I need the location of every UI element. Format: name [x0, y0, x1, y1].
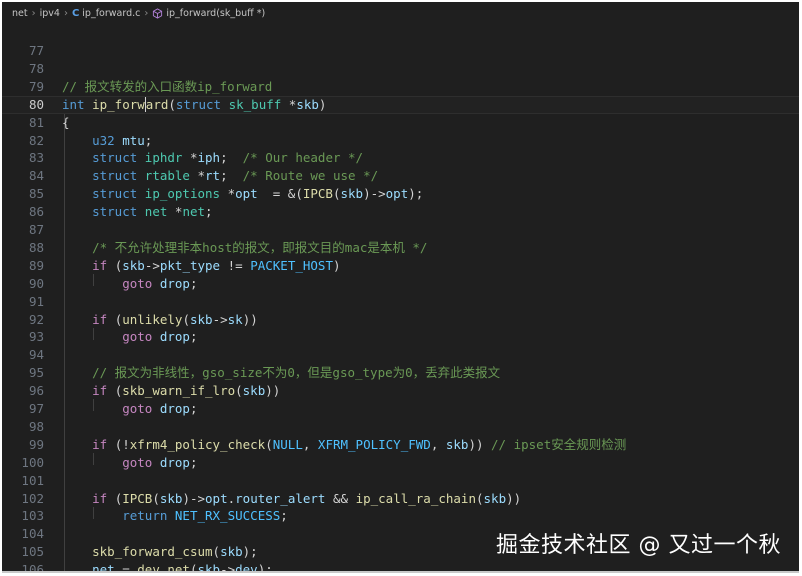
line-number: 90 — [28, 275, 44, 291]
line-number: 82 — [28, 132, 44, 148]
line-number: 87 — [28, 222, 44, 237]
breadcrumb-item-function[interactable]: ip_forward(sk_buff *) — [166, 8, 265, 19]
line-number: 99 — [28, 436, 44, 452]
code-text: goto drop; — [122, 454, 198, 470]
line-number: 97 — [28, 401, 44, 416]
line-number: 80 — [28, 96, 44, 112]
line-number: 91 — [28, 293, 44, 309]
code-text: if (IPCB(skb)->opt.router_alert && ip_ca… — [92, 490, 522, 506]
line-number: 98 — [28, 418, 44, 434]
line-number: 100 — [21, 454, 44, 470]
breadcrumb-item-ipv4[interactable]: ipv4 — [40, 8, 60, 19]
code-text: if (!xfrm4_policy_check(NULL, XFRM_POLIC… — [92, 436, 627, 452]
code-text: int ip_forward(struct sk_buff *skb) — [62, 96, 327, 112]
line-number: 96 — [28, 383, 44, 399]
line-number: 92 — [28, 311, 44, 327]
code-line[interactable]: 78 — [2, 60, 799, 78]
code-line[interactable]: 102 if (IPCB(skb)->opt.router_alert && i… — [2, 490, 799, 508]
line-number: 103 — [21, 508, 44, 524]
code-line[interactable]: 84 struct rtable *rt; /* Route we use */ — [2, 167, 799, 185]
code-line[interactable]: 98 — [2, 418, 799, 436]
code-line[interactable]: 80 int ip_forward(struct sk_buff *skb) — [2, 95, 799, 114]
code-text: if (skb->pkt_type != PACKET_HOST) — [92, 257, 341, 273]
line-number: 81 — [28, 114, 44, 130]
code-text: goto drop; — [122, 329, 198, 345]
code-text: { — [62, 114, 70, 130]
code-text: struct iphdr *iph; /* Our header */ — [92, 150, 364, 166]
line-number: 78 — [28, 60, 44, 76]
code-text: // 报文为非线性，gso_size不为0，但是gso_type为0，丢弃此类报… — [92, 365, 501, 381]
line-number: 93 — [28, 329, 44, 345]
code-text: return NET_RX_SUCCESS; — [122, 508, 288, 524]
code-line[interactable]: 82 u32 mtu; — [2, 132, 799, 150]
code-line[interactable]: 94 — [2, 346, 799, 364]
line-number: 86 — [28, 204, 44, 220]
line-number: 84 — [28, 168, 44, 184]
code-text: goto drop; — [122, 275, 198, 291]
chevron-right-icon: › — [31, 7, 36, 19]
line-number: 85 — [28, 186, 44, 202]
code-text: struct ip_options *opt = &(IPCB(skb)->op… — [92, 186, 424, 202]
breadcrumb-item-net[interactable]: net — [12, 8, 28, 19]
code-line[interactable]: 97 goto drop; — [2, 400, 799, 418]
code-line[interactable]: 77 — [2, 42, 799, 60]
code-text: struct net *net; — [92, 204, 213, 220]
chevron-right-icon: › — [63, 7, 68, 19]
code-line[interactable]: 90 goto drop; — [2, 275, 799, 293]
code-text: skb_forward_csum(skb); — [92, 544, 258, 560]
line-number: 77 — [28, 43, 44, 58]
code-text: /* 不允许处理非本host的报文，即报文目的mac是本机 */ — [92, 239, 428, 255]
line-number: 102 — [21, 490, 44, 506]
code-line[interactable]: 100 goto drop; — [2, 454, 799, 472]
line-number: 104 — [21, 526, 44, 542]
code-line[interactable]: 96 if (skb_warn_if_lro(skb)) — [2, 382, 799, 400]
editor-window: net › ipv4 › C ip_forward.c › ip_forward… — [2, 2, 799, 573]
code-line[interactable]: 88 /* 不允许处理非本host的报文，即报文目的mac是本机 */ — [2, 239, 799, 257]
line-number: 83 — [28, 150, 44, 166]
breadcrumb-item-file[interactable]: ip_forward.c — [82, 8, 140, 19]
line-number: 105 — [21, 544, 44, 560]
line-number: 88 — [28, 239, 44, 255]
code-text: if (skb_warn_if_lro(skb)) — [92, 383, 281, 399]
code-text: u32 mtu; — [92, 132, 153, 148]
code-line[interactable]: 79 // 报文转发的入口函数ip_forward — [2, 78, 799, 96]
code-line[interactable]: 101 — [2, 472, 799, 490]
code-line[interactable]: 103 return NET_RX_SUCCESS; — [2, 507, 799, 525]
line-number: 95 — [28, 365, 44, 381]
code-text: goto drop; — [122, 401, 198, 416]
code-line[interactable]: 99 if (!xfrm4_policy_check(NULL, XFRM_PO… — [2, 436, 799, 454]
code-text: if (unlikely(skb->sk)) — [92, 311, 258, 327]
cube-icon — [153, 7, 163, 19]
text-cursor — [144, 96, 146, 112]
code-line[interactable]: 92 if (unlikely(skb->sk)) — [2, 311, 799, 329]
line-number: 79 — [28, 78, 44, 94]
code-line[interactable]: 95 // 报文为非线性，gso_size不为0，但是gso_type为0，丢弃… — [2, 364, 799, 382]
code-line[interactable]: 83 struct iphdr *iph; /* Our header */ — [2, 149, 799, 167]
code-line[interactable]: 93 goto drop; — [2, 328, 799, 346]
code-line[interactable]: 91 — [2, 293, 799, 311]
bottom-strip — [2, 571, 799, 573]
code-line[interactable]: 81 { — [2, 114, 799, 132]
code-text: // 报文转发的入口函数ip_forward — [62, 78, 273, 94]
chevron-right-icon: › — [144, 7, 149, 19]
line-number: 94 — [28, 347, 44, 363]
watermark: 掘金技术社区 @ 又过一个秋 — [496, 533, 781, 558]
code-line[interactable]: 87 — [2, 221, 799, 239]
code-text: struct rtable *rt; /* Route we use */ — [92, 168, 379, 184]
breadcrumb: net › ipv4 › C ip_forward.c › ip_forward… — [2, 2, 799, 24]
line-number: 89 — [28, 257, 44, 273]
code-line[interactable]: 86 struct net *net; — [2, 203, 799, 221]
c-file-icon: C — [71, 7, 80, 19]
code-line[interactable]: 85 struct ip_options *opt = &(IPCB(skb)-… — [2, 185, 799, 203]
code-editor[interactable]: 77 78 79 // 报文转发的入口函数ip_forward 80 int ip_for… — [2, 26, 799, 573]
line-number: 101 — [21, 472, 44, 488]
code-line[interactable]: 89 if (skb->pkt_type != PACKET_HOST) — [2, 257, 799, 275]
